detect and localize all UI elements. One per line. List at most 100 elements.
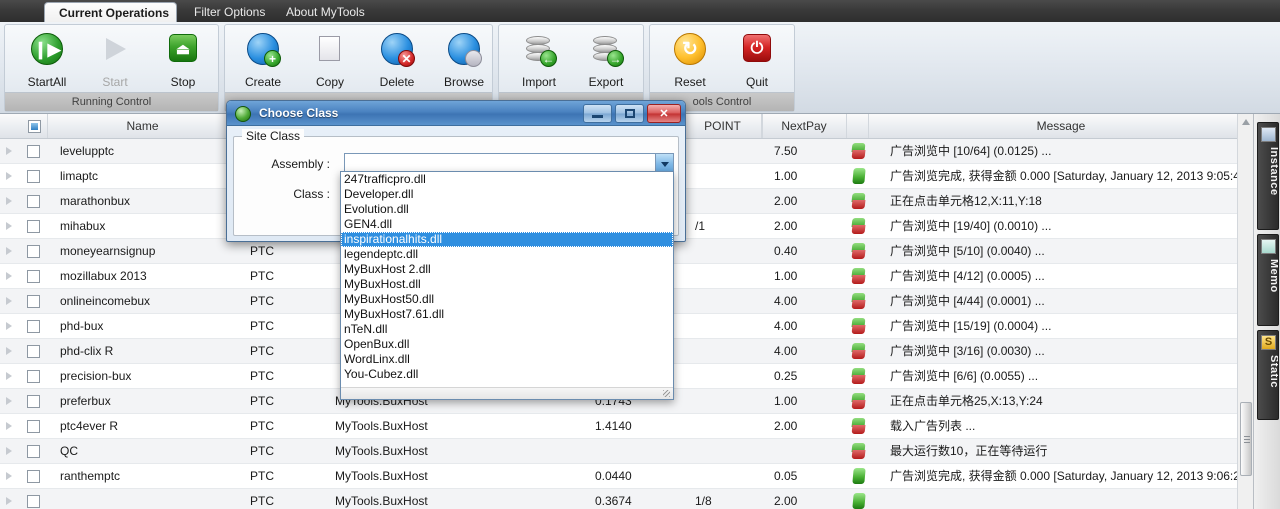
dropdown-item[interactable]: legendeptc.dll: [341, 247, 673, 262]
stop-eject-icon: ⏏: [166, 32, 200, 66]
dropdown-item[interactable]: MyBuxHost50.dll: [341, 292, 673, 307]
dropdown-item[interactable]: GEN4.dll: [341, 217, 673, 232]
quit-button[interactable]: ⏻ Quit: [726, 29, 788, 91]
tab-current-operations[interactable]: Current Operations: [44, 2, 177, 22]
row-checkbox[interactable]: [27, 420, 40, 433]
row-checkbox[interactable]: [27, 470, 40, 483]
copy-pages-icon: [313, 32, 348, 66]
dropdown-item[interactable]: 247trafficpro.dll: [341, 172, 673, 187]
row-checkbox[interactable]: [27, 345, 40, 358]
header-name[interactable]: Name: [48, 114, 238, 138]
row-expand-arrow-icon[interactable]: [6, 497, 12, 505]
dropdown-item[interactable]: MyBuxHost 2.dll: [341, 262, 673, 277]
dropdown-item[interactable]: nTeN.dll: [341, 322, 673, 337]
row-expand-arrow-icon[interactable]: [6, 272, 12, 280]
row-expand-arrow-icon[interactable]: [6, 472, 12, 480]
copy-button[interactable]: Copy: [299, 29, 361, 91]
sidebar-item-instance[interactable]: Instance: [1257, 122, 1279, 230]
row-expand-arrow-icon[interactable]: [6, 397, 12, 405]
dropdown-item[interactable]: MyBuxHost7.61.dll: [341, 307, 673, 322]
export-database-icon: →: [589, 32, 624, 67]
minimize-button[interactable]: [583, 104, 612, 123]
header-select-all[interactable]: [22, 114, 48, 138]
cell-type: PTC: [250, 444, 274, 458]
row-expand-arrow-icon[interactable]: [6, 297, 12, 305]
table-row[interactable]: PTC MyTools.BuxHost 0.3674 1/8 2.00: [0, 489, 1253, 509]
row-checkbox[interactable]: [27, 320, 40, 333]
create-button[interactable]: + Create: [232, 29, 294, 91]
status-running-icon: [851, 218, 867, 235]
row-checkbox[interactable]: [27, 495, 40, 508]
row-expand-arrow-icon[interactable]: [6, 422, 12, 430]
row-expand-arrow-icon[interactable]: [6, 222, 12, 230]
dialog-title-bar[interactable]: Choose Class ✕: [227, 101, 685, 126]
table-row[interactable]: QC PTC MyTools.BuxHost 最大运行数10，正在等待运行: [0, 439, 1253, 464]
browse-button[interactable]: Browse: [433, 29, 495, 91]
delete-button[interactable]: ✕ Delete: [366, 29, 428, 91]
row-expand-arrow-icon[interactable]: [6, 372, 12, 380]
cell-type: PTC: [250, 419, 274, 433]
cell-assembly: MyTools.BuxHost: [335, 444, 428, 458]
row-expand-arrow-icon[interactable]: [6, 247, 12, 255]
row-checkbox[interactable]: [27, 270, 40, 283]
row-checkbox[interactable]: [27, 145, 40, 158]
table-row[interactable]: ptc4ever R PTC MyTools.BuxHost 1.4140 2.00 载入…: [0, 414, 1253, 439]
cell-name: QC: [60, 444, 78, 458]
dropdown-item[interactable]: OpenBux.dll: [341, 337, 673, 352]
stop-button[interactable]: ⏏ Stop: [152, 29, 214, 91]
startall-button[interactable]: ❙▶ StartAll: [16, 29, 78, 91]
tab-about-mytools[interactable]: About MyTools: [272, 2, 379, 22]
tab-filter-options[interactable]: Filter Options: [180, 2, 279, 22]
row-checkbox[interactable]: [27, 245, 40, 258]
dropdown-item[interactable]: WordLinx.dll: [341, 352, 673, 367]
table-row[interactable]: ranthemptc PTC MyTools.BuxHost 0.0440 0.05 广告…: [0, 464, 1253, 489]
dropdown-item[interactable]: MyBuxHost.dll: [341, 277, 673, 292]
table-vertical-scrollbar[interactable]: [1237, 114, 1253, 509]
row-checkbox[interactable]: [27, 195, 40, 208]
create-plus-icon: +: [246, 32, 281, 67]
cell-message: 广告浏览中 [19/40] (0.0010) ...: [890, 219, 1052, 233]
cell-message: 广告浏览完成, 获得金额 0.000 [Saturday, January 12…: [890, 169, 1253, 183]
row-checkbox[interactable]: [27, 220, 40, 233]
header-message[interactable]: Message: [869, 114, 1253, 138]
row-expand-arrow-icon[interactable]: [6, 347, 12, 355]
close-button[interactable]: ✕: [647, 104, 681, 123]
header-status[interactable]: [847, 114, 869, 138]
ribbon-tab-strip: Current Operations Filter Options About …: [0, 0, 1280, 22]
row-expand-arrow-icon[interactable]: [6, 197, 12, 205]
row-expand-arrow-icon[interactable]: [6, 322, 12, 330]
header-nextpay[interactable]: NextPay: [762, 114, 847, 138]
maximize-button[interactable]: [615, 104, 644, 123]
row-checkbox[interactable]: [27, 295, 40, 308]
select-all-checkbox[interactable]: [28, 119, 41, 133]
row-expand-arrow-icon[interactable]: [6, 447, 12, 455]
class-field-label: Class :: [293, 187, 330, 201]
sidebar-item-memo[interactable]: Memo: [1257, 234, 1279, 326]
reset-button[interactable]: ↻ Reset: [659, 29, 721, 91]
import-button[interactable]: ← Import: [508, 29, 570, 91]
start-button[interactable]: Start: [84, 29, 146, 91]
dropdown-item[interactable]: Developer.dll: [341, 187, 673, 202]
cell-ratio: [695, 314, 743, 338]
row-expand-arrow-icon[interactable]: [6, 147, 12, 155]
status-running-icon: [851, 368, 867, 385]
scroll-up-arrow-icon[interactable]: [1242, 119, 1250, 125]
export-button[interactable]: → Export: [575, 29, 637, 91]
dropdown-item[interactable]: You-Cubez.dll: [341, 367, 673, 382]
row-checkbox[interactable]: [27, 445, 40, 458]
header-point[interactable]: POINT: [684, 114, 762, 138]
status-completed-icon: [851, 493, 867, 509]
status-running-icon: [851, 268, 867, 285]
resize-grip-icon[interactable]: [663, 390, 670, 397]
row-checkbox[interactable]: [27, 395, 40, 408]
row-expand-arrow-icon[interactable]: [6, 172, 12, 180]
row-checkbox[interactable]: [27, 370, 40, 383]
assembly-dropdown-list[interactable]: 247trafficpro.dll Developer.dll Evolution.…: [340, 171, 674, 400]
dropdown-item[interactable]: inspirationalhits.dll: [341, 232, 673, 247]
row-checkbox[interactable]: [27, 170, 40, 183]
sidebar-item-static[interactable]: S Static: [1257, 330, 1279, 420]
cell-nextpay: 2.00: [774, 194, 798, 208]
cell-assembly: MyTools.BuxHost: [335, 494, 428, 508]
dropdown-item[interactable]: Evolution.dll: [341, 202, 673, 217]
scrollbar-thumb[interactable]: [1240, 402, 1252, 476]
